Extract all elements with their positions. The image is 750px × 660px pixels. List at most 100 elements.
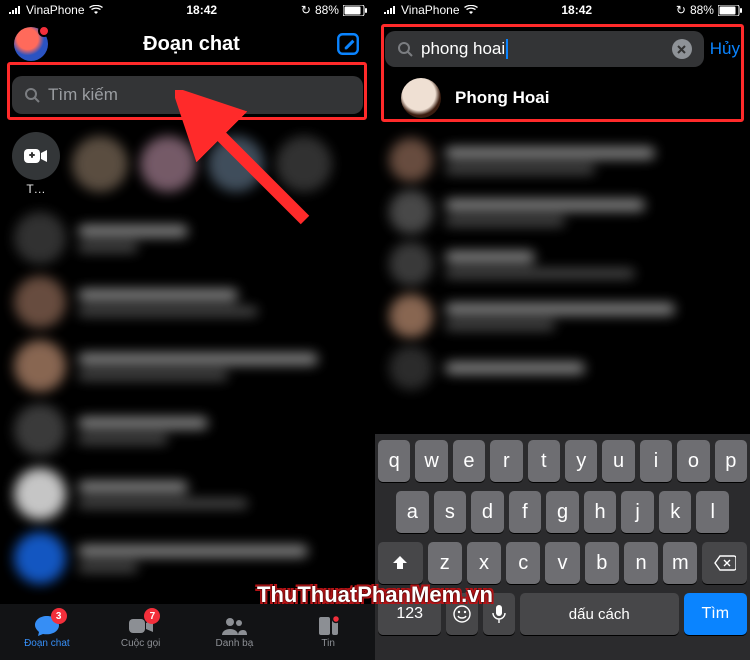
key-z[interactable]: z (428, 542, 462, 584)
battery-icon (718, 5, 742, 16)
list-item[interactable] (0, 270, 375, 334)
cancel-search-button[interactable]: Hủy (710, 39, 740, 59)
shift-key[interactable] (378, 542, 423, 584)
key-u[interactable]: u (602, 440, 634, 482)
battery-pct: 88% (690, 3, 714, 17)
emoji-key[interactable] (446, 593, 478, 635)
video-plus-icon (24, 147, 48, 165)
key-p[interactable]: p (715, 440, 747, 482)
clock: 18:42 (186, 3, 217, 17)
key-m[interactable]: m (663, 542, 697, 584)
chat-list (0, 206, 375, 590)
key-h[interactable]: h (584, 491, 617, 533)
list-item[interactable] (0, 334, 375, 398)
close-icon (677, 45, 686, 54)
list-item[interactable] (0, 526, 375, 590)
people-icon (221, 615, 247, 637)
carrier-label: VinaPhone (26, 3, 85, 17)
battery-pct: 88% (315, 3, 339, 17)
key-x[interactable]: x (467, 542, 501, 584)
tab-people[interactable]: Danh bạ (188, 604, 282, 660)
search-results-blurred (375, 134, 750, 394)
search-key[interactable]: Tìm (684, 593, 747, 635)
key-n[interactable]: n (624, 542, 658, 584)
mic-icon (492, 604, 506, 624)
signal-icon (383, 5, 397, 15)
key-g[interactable]: g (546, 491, 579, 533)
key-y[interactable]: y (565, 440, 597, 482)
key-o[interactable]: o (677, 440, 709, 482)
tab-stories[interactable]: Tin (281, 604, 375, 660)
profile-avatar[interactable] (14, 27, 48, 61)
recharge-icon: ↻ (676, 3, 686, 17)
clock: 18:42 (561, 3, 592, 17)
status-bar: VinaPhone 18:42 ↻ 88% (375, 0, 750, 20)
key-b[interactable]: b (585, 542, 619, 584)
search-value: phong hoai (421, 39, 672, 60)
key-a[interactable]: a (396, 491, 429, 533)
clear-search-button[interactable] (672, 39, 692, 59)
search-header: phong hoai Hủy (375, 20, 750, 68)
key-v[interactable]: v (545, 542, 579, 584)
search-input-active[interactable]: phong hoai (385, 31, 704, 67)
search-input[interactable]: Tìm kiếm (12, 76, 363, 114)
stories-row: T… (0, 122, 375, 206)
dictation-key[interactable] (483, 593, 515, 635)
key-i[interactable]: i (640, 440, 672, 482)
key-e[interactable]: e (453, 440, 485, 482)
emoji-icon (452, 604, 472, 624)
key-row-4: 123 dấu cách Tìm (378, 593, 747, 635)
list-item[interactable] (375, 186, 750, 238)
battery-icon (343, 5, 367, 16)
create-room-label: T… (12, 182, 60, 196)
search-icon (24, 87, 40, 103)
list-item[interactable] (375, 290, 750, 342)
page-title: Đoạn chat (48, 33, 335, 56)
wifi-icon (464, 5, 478, 15)
recharge-icon: ↻ (301, 3, 311, 17)
list-item[interactable] (0, 462, 375, 526)
avatar (401, 78, 441, 118)
list-item[interactable] (0, 398, 375, 462)
compose-icon[interactable] (335, 31, 361, 57)
key-r[interactable]: r (490, 440, 522, 482)
key-k[interactable]: k (659, 491, 692, 533)
tab-label: Danh bạ (215, 638, 253, 649)
search-icon (397, 41, 413, 57)
backspace-icon (714, 555, 736, 571)
key-q[interactable]: q (378, 440, 410, 482)
list-item[interactable] (375, 238, 750, 290)
badge: 3 (51, 608, 67, 624)
key-row-1: qwertyuiop (378, 440, 747, 482)
tab-calls[interactable]: 7 Cuộc gọi (94, 604, 188, 660)
key-j[interactable]: j (621, 491, 654, 533)
search-placeholder: Tìm kiếm (48, 85, 118, 105)
list-item[interactable] (0, 206, 375, 270)
key-row-3: zxcvbnm (378, 542, 747, 584)
list-item[interactable] (375, 342, 750, 394)
header-left: Đoạn chat (0, 20, 375, 68)
key-f[interactable]: f (509, 491, 542, 533)
key-w[interactable]: w (415, 440, 447, 482)
key-l[interactable]: l (696, 491, 729, 533)
signal-icon (8, 5, 22, 15)
key-c[interactable]: c (506, 542, 540, 584)
tab-chats[interactable]: 3 Đoạn chat (0, 604, 94, 660)
tab-bar: 3 Đoạn chat 7 Cuộc gọi Danh bạ Tin (0, 604, 375, 660)
key-t[interactable]: t (528, 440, 560, 482)
phone-left: VinaPhone 18:42 ↻ 88% Đoạn chat Tìm kiếm… (0, 0, 375, 660)
tab-label: Đoạn chat (24, 638, 70, 649)
backspace-key[interactable] (702, 542, 747, 584)
create-room-button[interactable] (12, 132, 60, 180)
list-item[interactable] (375, 134, 750, 186)
space-key[interactable]: dấu cách (520, 593, 679, 635)
status-bar: VinaPhone 18:42 ↻ 88% (0, 0, 375, 20)
phone-right: VinaPhone 18:42 ↻ 88% phong hoai Hủy Pho… (375, 0, 750, 660)
numbers-key[interactable]: 123 (378, 593, 441, 635)
key-d[interactable]: d (471, 491, 504, 533)
wifi-icon (89, 5, 103, 15)
shift-icon (391, 554, 409, 572)
key-s[interactable]: s (434, 491, 467, 533)
search-result-item[interactable]: Phong Hoai (375, 68, 750, 128)
badge: 7 (144, 608, 160, 624)
